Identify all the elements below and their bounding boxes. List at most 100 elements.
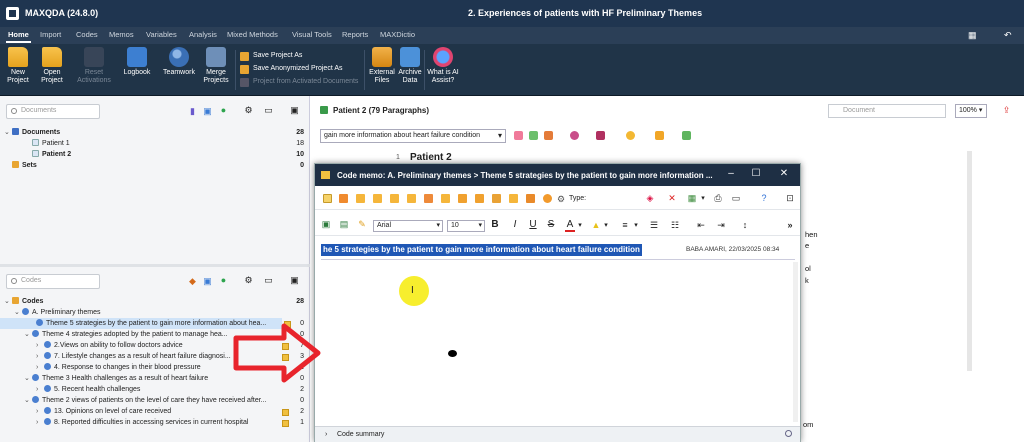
codes-root[interactable]: ⌄ Codes	[4, 297, 43, 307]
more-options-icon[interactable]: »	[785, 220, 795, 230]
tab-variables[interactable]: Variables	[146, 30, 177, 39]
delete-x-icon[interactable]: ✕	[667, 193, 677, 203]
collapse-chevron-icon[interactable]: ⌄	[14, 308, 22, 318]
document-search-input[interactable]: Document	[828, 104, 946, 118]
code-row[interactable]: ⌄ Theme 4 strategies adopted by the patie…	[24, 330, 228, 340]
italic-icon[interactable]: I	[510, 220, 520, 230]
project-from-activated-button[interactable]: Project from Activated Documents	[240, 76, 358, 89]
underline-icon[interactable]: U	[528, 220, 538, 230]
memo-type-icon[interactable]	[543, 194, 552, 203]
memo-type-icon[interactable]	[509, 194, 518, 203]
outdent-icon[interactable]: ⇤	[696, 220, 706, 230]
add-code-icon[interactable]: ●	[219, 276, 228, 285]
code-row[interactable]: › 2.Views on ability to follow doctors ad…	[36, 341, 183, 351]
emoticon-code-icon[interactable]	[570, 131, 579, 140]
numbered-list-icon[interactable]: ☷	[670, 220, 680, 230]
import-icon[interactable]: ▣	[203, 107, 212, 116]
dropdown-chevron-icon[interactable]: ▾	[699, 194, 707, 204]
code-row[interactable]: › 5. Recent health challenges	[36, 385, 140, 395]
code-in-vivo-icon[interactable]	[529, 131, 538, 140]
help-icon[interactable]: ?	[759, 193, 769, 203]
tab-home[interactable]: Home	[6, 30, 31, 43]
code-assign-icon[interactable]: ◈	[645, 193, 655, 203]
gear-icon[interactable]: ⚙	[244, 106, 253, 115]
tab-analysis[interactable]: Analysis	[189, 30, 217, 39]
close-icon[interactable]: ▣	[290, 276, 299, 285]
tab-maxdictio[interactable]: MAXDictio	[380, 30, 415, 39]
expand-chevron-icon[interactable]: ›	[36, 341, 44, 351]
external-files-button[interactable]: External Files	[368, 47, 396, 85]
new-project-button[interactable]: New Project	[4, 47, 32, 85]
bold-icon[interactable]: B	[490, 220, 500, 230]
pane-splitter[interactable]	[0, 264, 310, 267]
tab-mixed-methods[interactable]: Mixed Methods	[227, 30, 278, 39]
teamwork-button[interactable]: Teamwork	[160, 47, 198, 77]
expand-chevron-icon[interactable]: ›	[36, 352, 44, 362]
expand-chevron-icon[interactable]: ›	[36, 385, 44, 395]
font-color-icon[interactable]: A	[565, 220, 575, 232]
brush-icon[interactable]: ✎	[357, 219, 367, 229]
font-family-select[interactable]: Arial	[373, 220, 443, 232]
expand-chevron-icon[interactable]: ›	[36, 363, 44, 373]
insert-table-icon[interactable]: ▤	[339, 219, 349, 229]
code-color-icon[interactable]	[514, 131, 523, 140]
ai-assist-button[interactable]: What is AI Assist?	[426, 47, 460, 85]
code-row[interactable]: › 4. Response to changes in their blood p…	[36, 363, 201, 373]
dropdown-chevron-icon[interactable]: ▾	[603, 221, 609, 231]
edit-pencil-icon[interactable]	[320, 106, 328, 114]
reset-activations-button[interactable]: Reset Activations	[76, 47, 112, 85]
codes-search-input[interactable]: Codes	[6, 274, 100, 289]
collapse-chevron-icon[interactable]: ⌄	[4, 128, 12, 138]
memo-type-icon[interactable]	[441, 194, 450, 203]
document-scrollbar[interactable]	[967, 151, 972, 371]
import-icon[interactable]: ▣	[203, 277, 212, 286]
sets-root[interactable]: Sets	[12, 161, 37, 171]
minimize-icon[interactable]: –	[725, 169, 737, 179]
zoom-select[interactable]: 100% ▾	[955, 104, 987, 118]
memo-type-icon[interactable]	[475, 194, 484, 203]
code-summary-bar[interactable]: › Code summary	[315, 426, 800, 442]
align-icon[interactable]: ≡	[620, 220, 630, 230]
logbook-button[interactable]: Logbook	[120, 47, 154, 77]
type-gear-icon[interactable]: ⚙	[556, 194, 566, 204]
memo-add-icon[interactable]	[655, 131, 664, 140]
undo-icon[interactable]: ↶	[1004, 30, 1014, 40]
collapse-chevron-icon[interactable]: ⌄	[24, 396, 32, 406]
code-row[interactable]: › 8. Reported difficulties in accessing s…	[36, 418, 248, 428]
indent-icon[interactable]: ⇥	[716, 220, 726, 230]
bullet-list-icon[interactable]: ☰	[649, 220, 659, 230]
document-icon[interactable]: ▮	[188, 107, 197, 116]
memo-type-icon[interactable]	[526, 194, 535, 203]
font-size-select[interactable]: 10	[447, 220, 485, 232]
code-with-new-icon[interactable]	[544, 131, 553, 140]
memo-type-icon[interactable]	[492, 194, 501, 203]
add-icon[interactable]: ●	[219, 106, 228, 115]
tab-import[interactable]: Import	[40, 30, 61, 39]
documents-search-input[interactable]: Documents	[6, 104, 100, 119]
smiley-icon[interactable]	[626, 131, 635, 140]
line-spacing-icon[interactable]: ↕	[740, 220, 750, 230]
archive-data-button[interactable]: Archive Data	[396, 47, 424, 85]
collapse-chevron-icon[interactable]: ⌄	[4, 297, 12, 307]
tab-memos[interactable]: Memos	[109, 30, 134, 39]
documents-root[interactable]: ⌄ Documents	[4, 128, 60, 138]
export-icon[interactable]: ⇪	[1002, 106, 1011, 115]
code-row[interactable]: ⌄ A. Preliminary themes	[14, 308, 100, 318]
tab-visual-tools[interactable]: Visual Tools	[292, 30, 332, 39]
tab-reports[interactable]: Reports	[342, 30, 368, 39]
code-icon[interactable]: ◆	[188, 277, 197, 286]
code-row[interactable]: ⌄ Theme 3 Health challenges as a result o…	[24, 374, 208, 384]
calendar-icon[interactable]: ▣	[321, 219, 331, 229]
print-icon[interactable]: ⎙	[713, 193, 723, 203]
collapse-chevron-icon[interactable]: ⌄	[24, 374, 32, 384]
panel-options-icon[interactable]: ▭	[264, 276, 273, 285]
strikethrough-icon[interactable]: S	[546, 220, 556, 230]
memo-type-icon[interactable]	[373, 194, 382, 203]
memo-type-icon[interactable]	[339, 194, 348, 203]
expand-chevron-icon[interactable]: ›	[325, 427, 335, 442]
dropdown-chevron-icon[interactable]: ▾	[577, 221, 583, 231]
memo-type-icon[interactable]	[323, 194, 332, 203]
pin-window-icon[interactable]: ⊡	[785, 193, 795, 203]
search-icon[interactable]	[785, 430, 792, 437]
code-selector-dropdown[interactable]: gain more information about heart failur…	[320, 129, 506, 143]
